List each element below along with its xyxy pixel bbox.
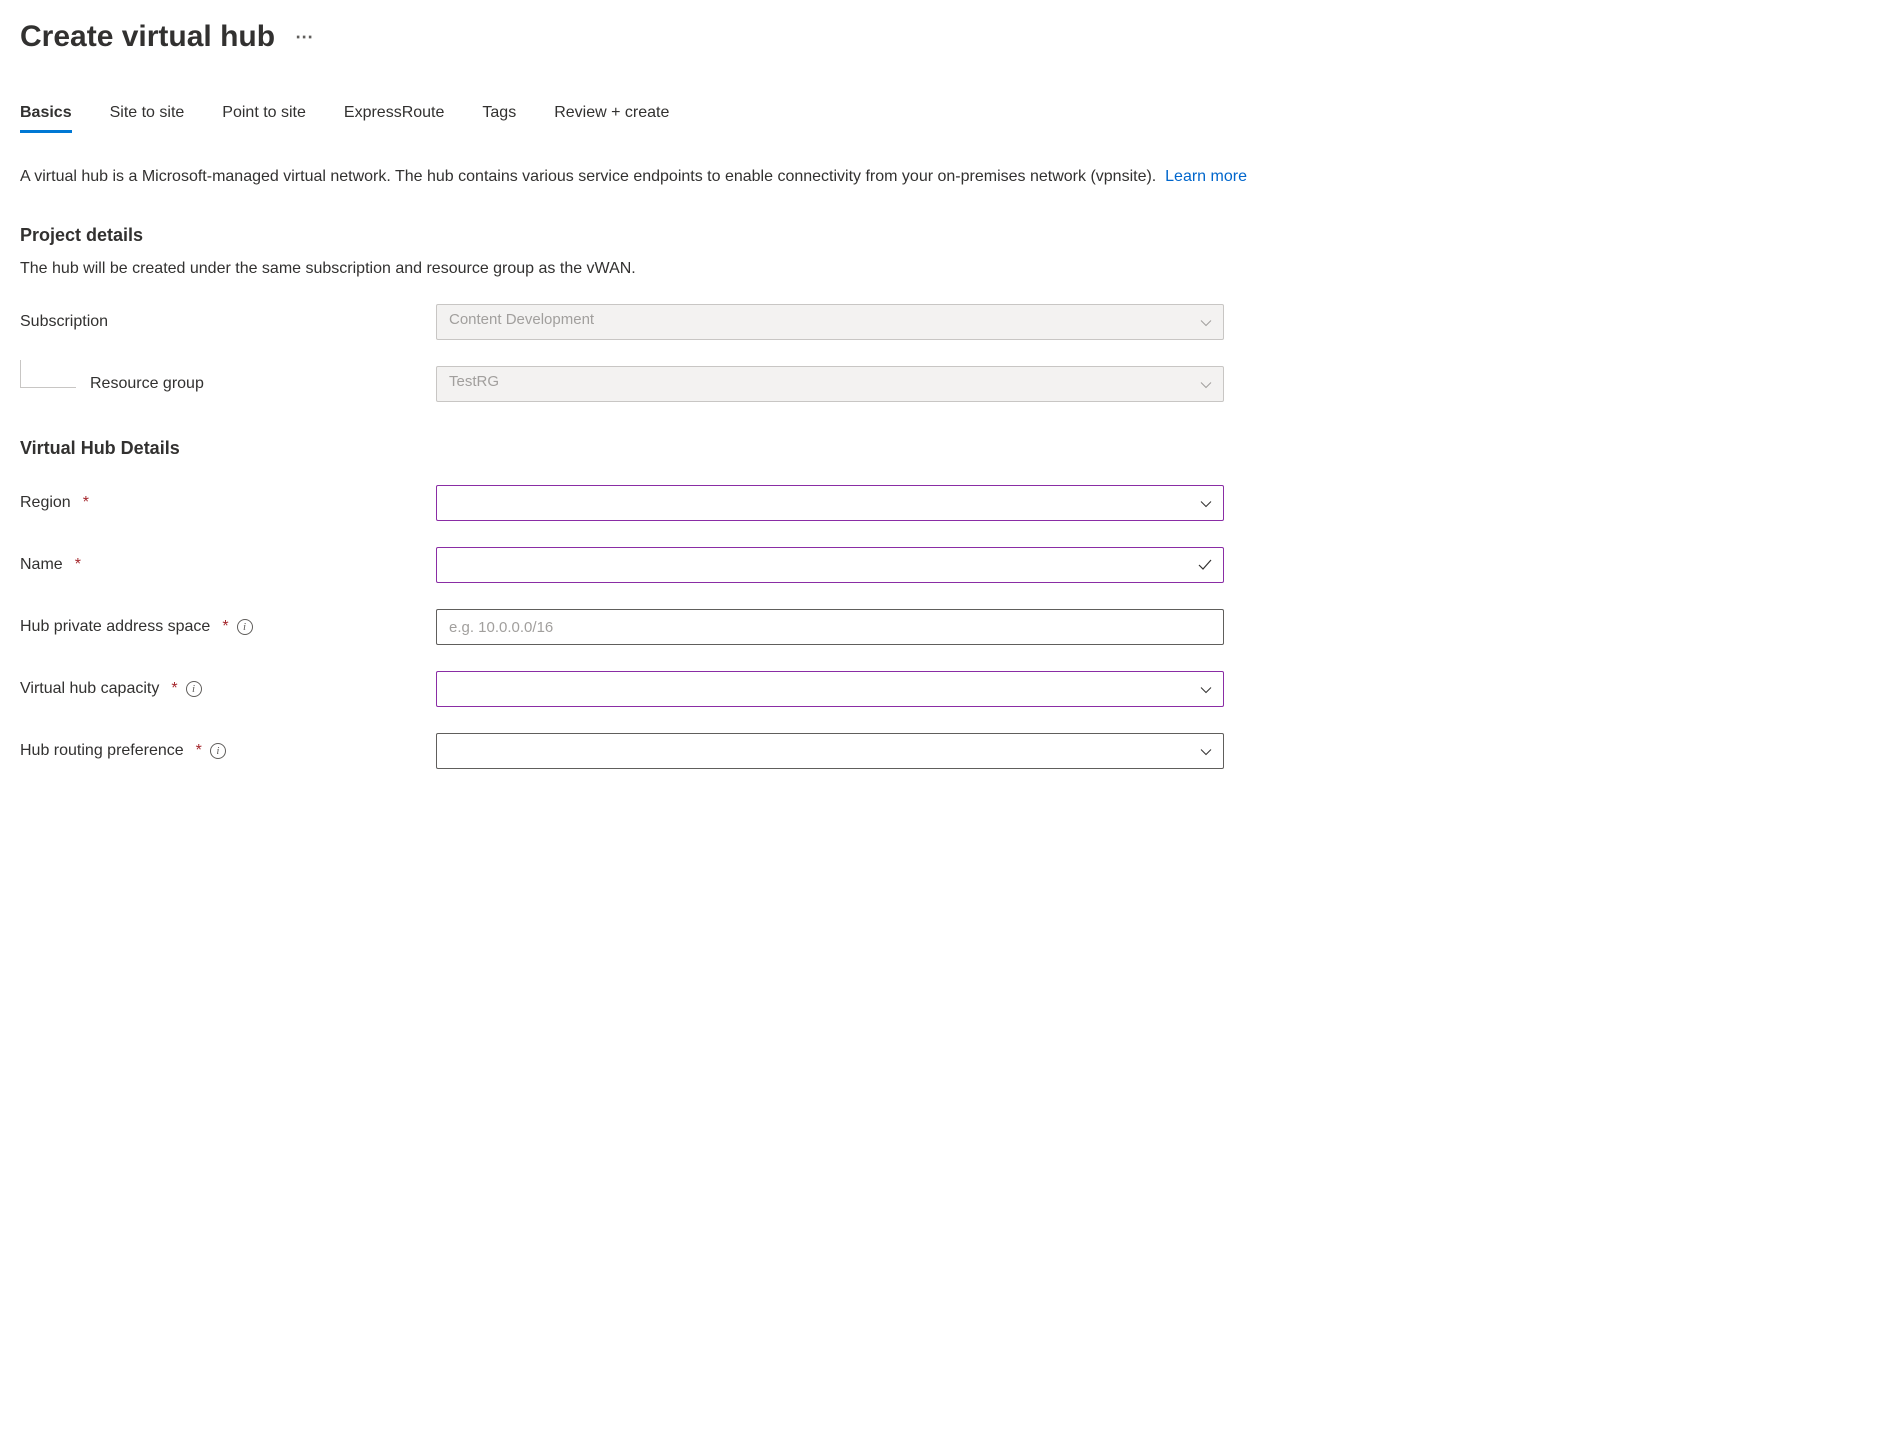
required-asterisk: * [222,618,228,636]
info-icon[interactable]: i [210,743,226,759]
required-asterisk: * [83,494,89,512]
address-space-label: Hub private address space [20,618,210,636]
tab-basics[interactable]: Basics [20,104,72,133]
more-actions-icon[interactable]: ⋯ [295,27,315,48]
tab-review-create[interactable]: Review + create [554,104,669,133]
tab-tags[interactable]: Tags [482,104,516,133]
tab-bar: Basics Site to site Point to site Expres… [20,104,1861,133]
subscription-select: Content Development [436,304,1224,340]
tab-point-to-site[interactable]: Point to site [222,104,306,133]
virtual-hub-details-heading: Virtual Hub Details [20,438,1861,459]
learn-more-link[interactable]: Learn more [1165,168,1247,185]
required-asterisk: * [75,556,81,574]
tab-site-to-site[interactable]: Site to site [110,104,185,133]
tab-expressroute[interactable]: ExpressRoute [344,104,445,133]
required-asterisk: * [171,680,177,698]
required-asterisk: * [196,742,202,760]
region-label: Region [20,494,71,512]
indent-line [20,360,76,388]
description-text: A virtual hub is a Microsoft-managed vir… [20,165,1861,189]
name-input[interactable] [436,547,1224,583]
capacity-label: Virtual hub capacity [20,680,159,698]
subscription-label: Subscription [20,313,108,331]
description-body: A virtual hub is a Microsoft-managed vir… [20,168,1156,185]
resource-group-label: Resource group [90,375,204,393]
info-icon[interactable]: i [237,619,253,635]
resource-group-select: TestRG [436,366,1224,402]
address-space-input[interactable] [436,609,1224,645]
project-details-note: The hub will be created under the same s… [20,260,1861,278]
region-select[interactable] [436,485,1224,521]
capacity-select[interactable] [436,671,1224,707]
info-icon[interactable]: i [186,681,202,697]
routing-preference-label: Hub routing preference [20,742,184,760]
name-label: Name [20,556,63,574]
routing-preference-select[interactable] [436,733,1224,769]
project-details-heading: Project details [20,225,1861,246]
page-title: Create virtual hub [20,20,275,54]
